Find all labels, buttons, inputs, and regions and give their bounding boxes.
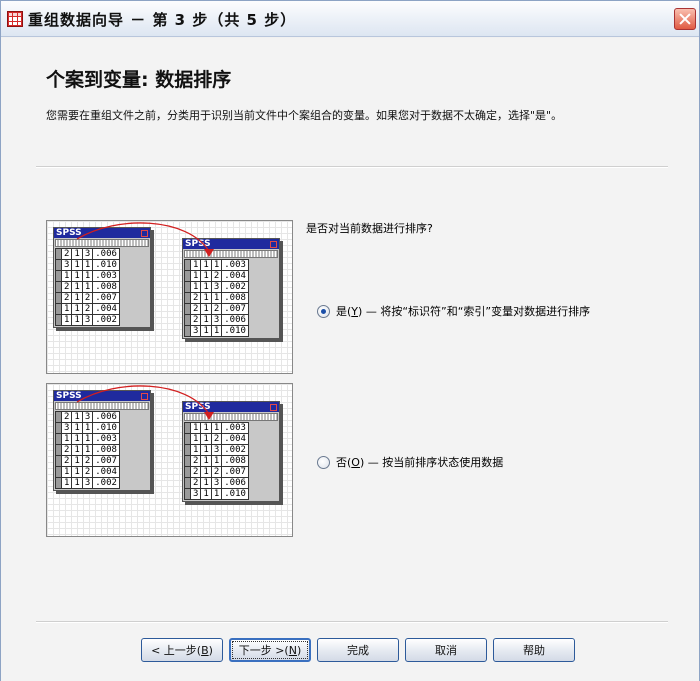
radio-label-no: 否(O) — 按当前排序状态使用数据 [336,456,504,469]
radio-sort-yes[interactable]: 是(Y) — 将按“标识符”和“索引”变量对数据进行排序 [317,303,590,319]
radio-label-yes: 是(Y) — 将按“标识符”和“索引”变量对数据进行排序 [336,305,591,318]
close-icon[interactable] [674,8,696,30]
finish-button[interactable]: 完成 [317,638,399,662]
sort-arrow-icon [76,385,214,420]
wizard-panel: 个案到变量: 数据排序 您需要在重组文件之前，分类用于识别当前文件中个案组合的变… [1,38,699,681]
sort-illustration-yes: SPSS 2 1 3.006 3 1 1.010 1 1 1.003 2 1 1.008 2 1 2.007… [46,220,293,374]
radio-icon-unchecked[interactable] [317,455,330,469]
next-button[interactable]: 下一步 >(N) [229,638,311,662]
radio-icon-checked[interactable] [317,304,330,318]
sort-illustration-no: SPSS 2 1 3.006 3 1 1.010 1 1 1.003 2 1 1.008 2 1 2.007… [46,383,293,537]
window-title: 重组数据向导 － 第 3 步（共 5 步） [28,11,297,29]
back-button[interactable]: < 上一步(B) [141,638,223,662]
sort-question: 是否对当前数据进行排序? [306,222,433,235]
page-description: 您需要在重组文件之前，分类用于识别当前文件中个案组合的变量。如果您对于数据不太确… [46,109,563,122]
top-divider [36,166,668,168]
spss-app-icon [7,11,23,27]
title-bar[interactable]: 重组数据向导 － 第 3 步（共 5 步） [1,1,699,37]
cancel-button[interactable]: 取消 [405,638,487,662]
wizard-window: 重组数据向导 － 第 3 步（共 5 步） 个案到变量: 数据排序 您需要在重组… [0,0,700,681]
button-bar: < 上一步(B) 下一步 >(N) 完成 取消 帮助 [141,638,575,662]
help-button[interactable]: 帮助 [493,638,575,662]
page-title: 个案到变量: 数据排序 [46,69,232,91]
radio-sort-no[interactable]: 否(O) — 按当前排序状态使用数据 [317,454,503,470]
sort-arrow-icon [76,222,214,257]
bottom-divider [36,621,668,623]
